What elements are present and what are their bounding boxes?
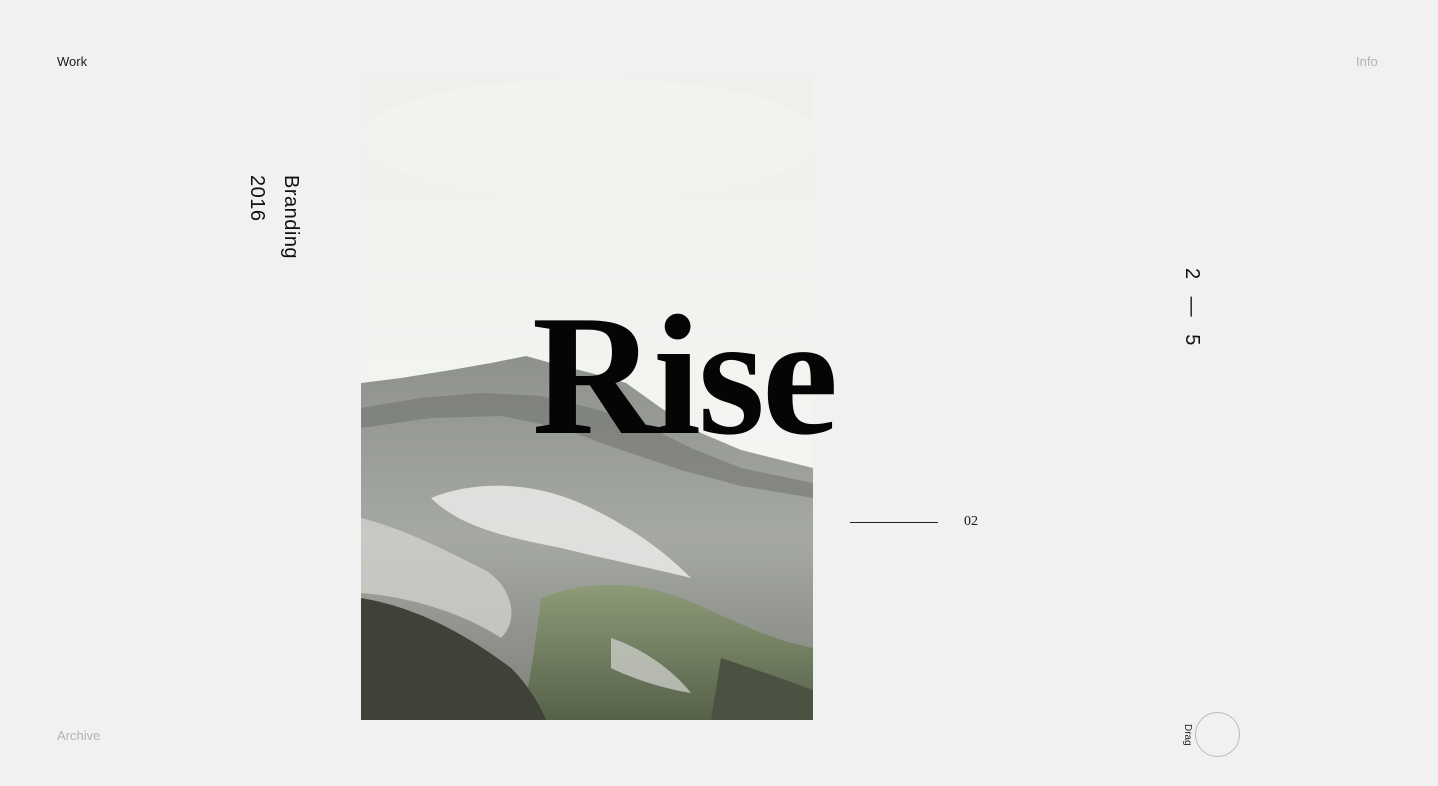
drag-label: Drag bbox=[1182, 723, 1193, 746]
project-category: Branding bbox=[280, 175, 302, 260]
project-year: 2016 bbox=[246, 175, 268, 222]
project-meta: Branding 2016 bbox=[240, 175, 308, 259]
drag-circle-icon[interactable] bbox=[1195, 712, 1240, 757]
nav-info-link[interactable]: Info bbox=[1356, 54, 1378, 69]
slide-indicator-line bbox=[850, 521, 938, 523]
slide-number: 02 bbox=[964, 514, 978, 529]
nav-work-link[interactable]: Work bbox=[57, 54, 87, 69]
pagination-counter: 2 — 5 bbox=[1181, 268, 1203, 352]
nav-archive-link[interactable]: Archive bbox=[57, 728, 100, 743]
drag-control[interactable]: Drag bbox=[1182, 712, 1240, 757]
project-title[interactable]: Rise bbox=[532, 290, 838, 462]
slide-indicator: 02 bbox=[850, 514, 978, 530]
